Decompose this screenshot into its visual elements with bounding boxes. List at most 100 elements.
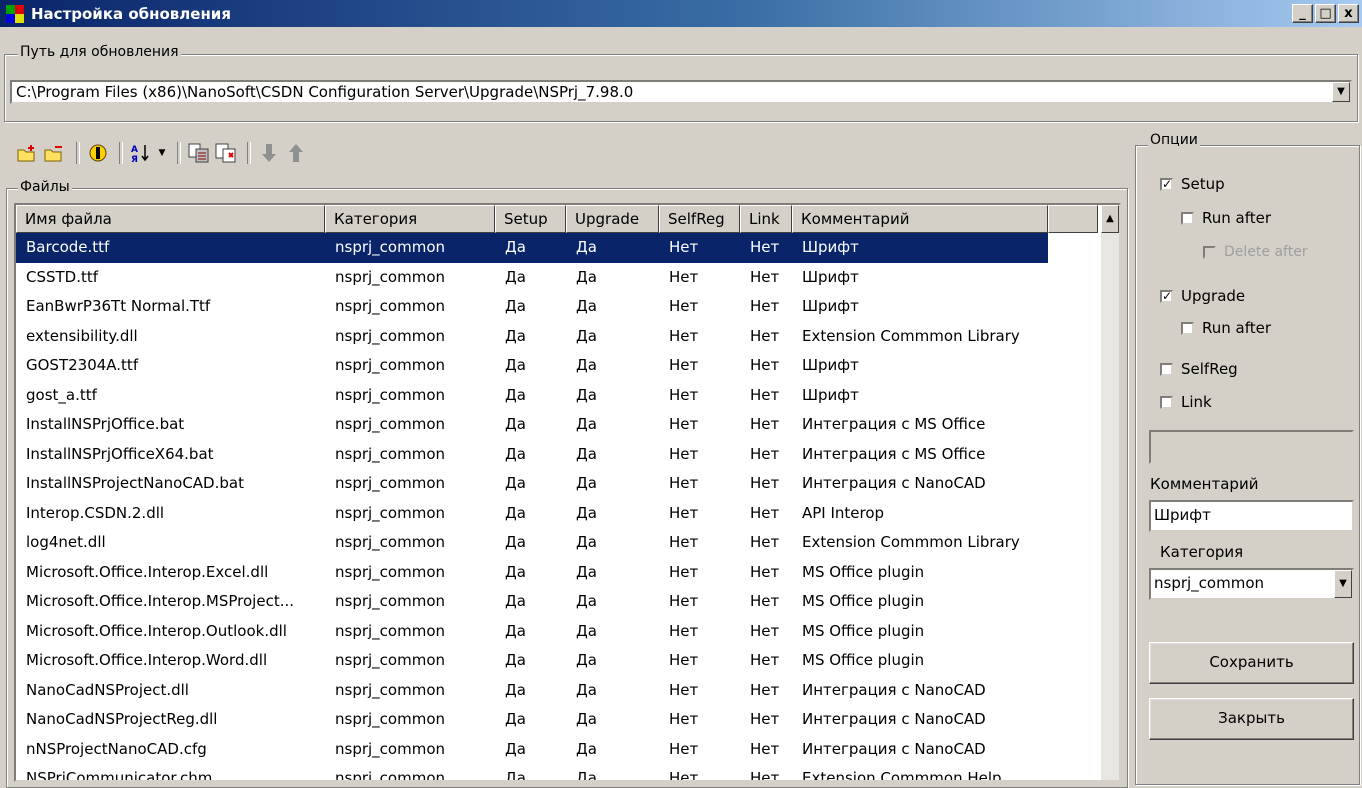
- selfreg-checkbox[interactable]: SelfReg: [1160, 360, 1238, 378]
- column-header-category[interactable]: Категория: [325, 205, 495, 233]
- table-cell: GOST2304A.ttf: [26, 356, 139, 374]
- link-checkbox[interactable]: Link: [1160, 393, 1212, 411]
- title-bar[interactable]: Настройка обновления _ □ x: [0, 0, 1362, 27]
- table-cell: Да: [576, 297, 597, 315]
- setup-run-after-label: Run after: [1202, 209, 1272, 227]
- table-cell: Да: [505, 297, 526, 315]
- column-header-link[interactable]: Link: [740, 205, 792, 233]
- table-cell: Да: [505, 739, 526, 758]
- toolbar-separator: [177, 142, 181, 164]
- close-button[interactable]: x: [1338, 4, 1359, 23]
- properties-icon[interactable]: [86, 142, 110, 164]
- table-row[interactable]: EanBwrP36Tt Normal.Ttf nsprj_common Да Да Не…: [16, 292, 1048, 322]
- table-cell: Нет: [750, 651, 780, 669]
- table-row[interactable]: Barcode.ttf nsprj_common Да Да Нет Нет Шрифт: [16, 233, 1048, 263]
- path-combobox[interactable]: C:\Program Files (x86)\NanoSoft\CSDN Con…: [10, 80, 1352, 104]
- table-row[interactable]: Microsoft.Office.Interop.Word.dll nsprj_c…: [16, 646, 1048, 676]
- table-cell: Нет: [669, 533, 699, 551]
- table-row[interactable]: NanoCadNSProject.dll nsprj_common Да Да Нет Н…: [16, 676, 1048, 706]
- table-row[interactable]: Microsoft.Office.Interop.MSProject... nsp…: [16, 587, 1048, 617]
- comment-input[interactable]: Шрифт: [1149, 500, 1354, 532]
- table-cell: Microsoft.Office.Interop.Word.dll: [26, 651, 268, 669]
- table-cell: CSSTD.ttf: [26, 267, 99, 286]
- selfreg-checkbox-box[interactable]: [1160, 362, 1173, 376]
- table-row[interactable]: InstallNSPrjOfficeX64.bat nsprj_common Да Д…: [16, 440, 1048, 470]
- toolbar-separator: [247, 142, 251, 164]
- table-cell: Да: [576, 238, 597, 256]
- table-cell: NanoCadNSProject.dll: [26, 680, 189, 699]
- table-row[interactable]: GOST2304A.ttf nsprj_common Да Да Нет Нет Шрифт: [16, 351, 1048, 381]
- table-row[interactable]: Microsoft.Office.Interop.Outlook.dll nspr…: [16, 617, 1048, 647]
- table-cell: Нет: [750, 503, 780, 522]
- save-button[interactable]: Сохранить: [1149, 642, 1354, 684]
- files-table[interactable]: Имя файла Категория Setup Upgrade SelfRe…: [14, 203, 1121, 782]
- table-cell: NanoCadNSProjectReg.dll: [26, 710, 218, 728]
- upgrade-run-after-checkbox-box[interactable]: [1181, 321, 1194, 335]
- move-up-icon[interactable]: [284, 142, 308, 164]
- table-row[interactable]: nNSProjectNanoCAD.cfg nsprj_common Да Да Нет…: [16, 735, 1048, 765]
- upgrade-run-after-checkbox[interactable]: Run after: [1181, 319, 1271, 337]
- table-row[interactable]: extensibility.dll nsprj_common Да Да Нет Нет E…: [16, 322, 1048, 352]
- move-down-icon[interactable]: [257, 142, 281, 164]
- table-cell: Шрифт: [802, 356, 859, 374]
- table-row[interactable]: NSPrjCommunicator.chm nsprj_common Да Да Нет…: [16, 764, 1048, 780]
- table-cell: Нет: [669, 474, 699, 492]
- minimize-button[interactable]: _: [1292, 4, 1313, 23]
- upgrade-checkbox-box[interactable]: ✓: [1160, 289, 1173, 303]
- column-header-filename[interactable]: Имя файла: [16, 205, 325, 233]
- table-row[interactable]: InstallNSProjectNanoCAD.bat nsprj_common Д…: [16, 469, 1048, 499]
- link-checkbox-label: Link: [1181, 393, 1212, 411]
- table-row[interactable]: CSSTD.ttf nsprj_common Да Да Нет Нет Шрифт: [16, 263, 1048, 293]
- setup-checkbox-box[interactable]: ✓: [1160, 177, 1173, 191]
- path-dropdown-button[interactable]: ▼: [1332, 82, 1350, 102]
- column-header-selfreg[interactable]: SelfReg: [659, 205, 740, 233]
- setup-run-after-checkbox[interactable]: Run after: [1181, 209, 1271, 227]
- table-row[interactable]: NanoCadNSProjectReg.dll nsprj_common Да Да Н…: [16, 705, 1048, 735]
- maximize-button[interactable]: □: [1315, 4, 1336, 23]
- table-cell: Нет: [750, 680, 780, 699]
- chevron-down-icon: ▼: [1337, 86, 1345, 97]
- table-cell: log4net.dll: [26, 533, 106, 551]
- table-cell: Да: [505, 238, 526, 256]
- setup-run-after-checkbox-box[interactable]: [1181, 211, 1194, 225]
- window-title: Настройка обновления: [31, 4, 231, 23]
- column-header-comment[interactable]: Комментарий: [792, 205, 1048, 233]
- table-row[interactable]: Interop.CSDN.2.dll nsprj_common Да Да Нет Нет…: [16, 499, 1048, 529]
- column-header-setup[interactable]: Setup: [495, 205, 566, 233]
- table-row[interactable]: gost_a.ttf nsprj_common Да Да Нет Нет Шрифт: [16, 381, 1048, 411]
- sort-icon[interactable]: AЯ: [129, 142, 153, 164]
- add-folder-icon[interactable]: [16, 142, 40, 164]
- vertical-scrollbar[interactable]: ▲: [1101, 205, 1119, 780]
- table-cell: Нет: [669, 562, 699, 581]
- table-row[interactable]: log4net.dll nsprj_common Да Да Нет Нет Extensi…: [16, 528, 1048, 558]
- dropdown-arrow-icon[interactable]: ▼: [156, 142, 168, 164]
- column-header-upgrade[interactable]: Upgrade: [566, 205, 659, 233]
- close-dialog-button[interactable]: Закрыть: [1149, 698, 1354, 740]
- options-group: [1135, 145, 1360, 785]
- table-cell: nsprj_common: [335, 680, 446, 699]
- table-cell: Шрифт: [802, 238, 859, 256]
- category-dropdown-button[interactable]: ▼: [1334, 570, 1352, 598]
- toolbar: AЯ ▼: [16, 140, 311, 166]
- table-row[interactable]: Microsoft.Office.Interop.Excel.dll nsprj_…: [16, 558, 1048, 588]
- table-row[interactable]: InstallNSPrjOffice.bat nsprj_common Да Да Не…: [16, 410, 1048, 440]
- copy-icon[interactable]: [187, 142, 211, 164]
- table-cell: EanBwrP36Tt Normal.Ttf: [26, 297, 211, 315]
- table-cell: Да: [505, 562, 526, 581]
- remove-folder-icon[interactable]: [43, 142, 67, 164]
- table-cell: Нет: [750, 356, 780, 374]
- scroll-up-button[interactable]: ▲: [1101, 205, 1119, 233]
- table-cell: Microsoft.Office.Interop.MSProject...: [26, 592, 295, 610]
- setup-checkbox[interactable]: ✓ Setup: [1160, 175, 1225, 193]
- column-header-filler: [1048, 205, 1098, 233]
- paste-icon[interactable]: [214, 142, 238, 164]
- table-cell: Интеграция с NanoCAD: [802, 710, 986, 728]
- table-cell: Да: [576, 267, 597, 286]
- table-cell: nsprj_common: [335, 474, 446, 492]
- link-checkbox-box[interactable]: [1160, 395, 1173, 409]
- table-cell: Да: [505, 356, 526, 374]
- comment-label: Комментарий: [1150, 475, 1259, 493]
- upgrade-checkbox[interactable]: ✓ Upgrade: [1160, 287, 1245, 305]
- table-cell: Да: [505, 533, 526, 551]
- category-combobox[interactable]: nsprj_common ▼: [1149, 568, 1354, 600]
